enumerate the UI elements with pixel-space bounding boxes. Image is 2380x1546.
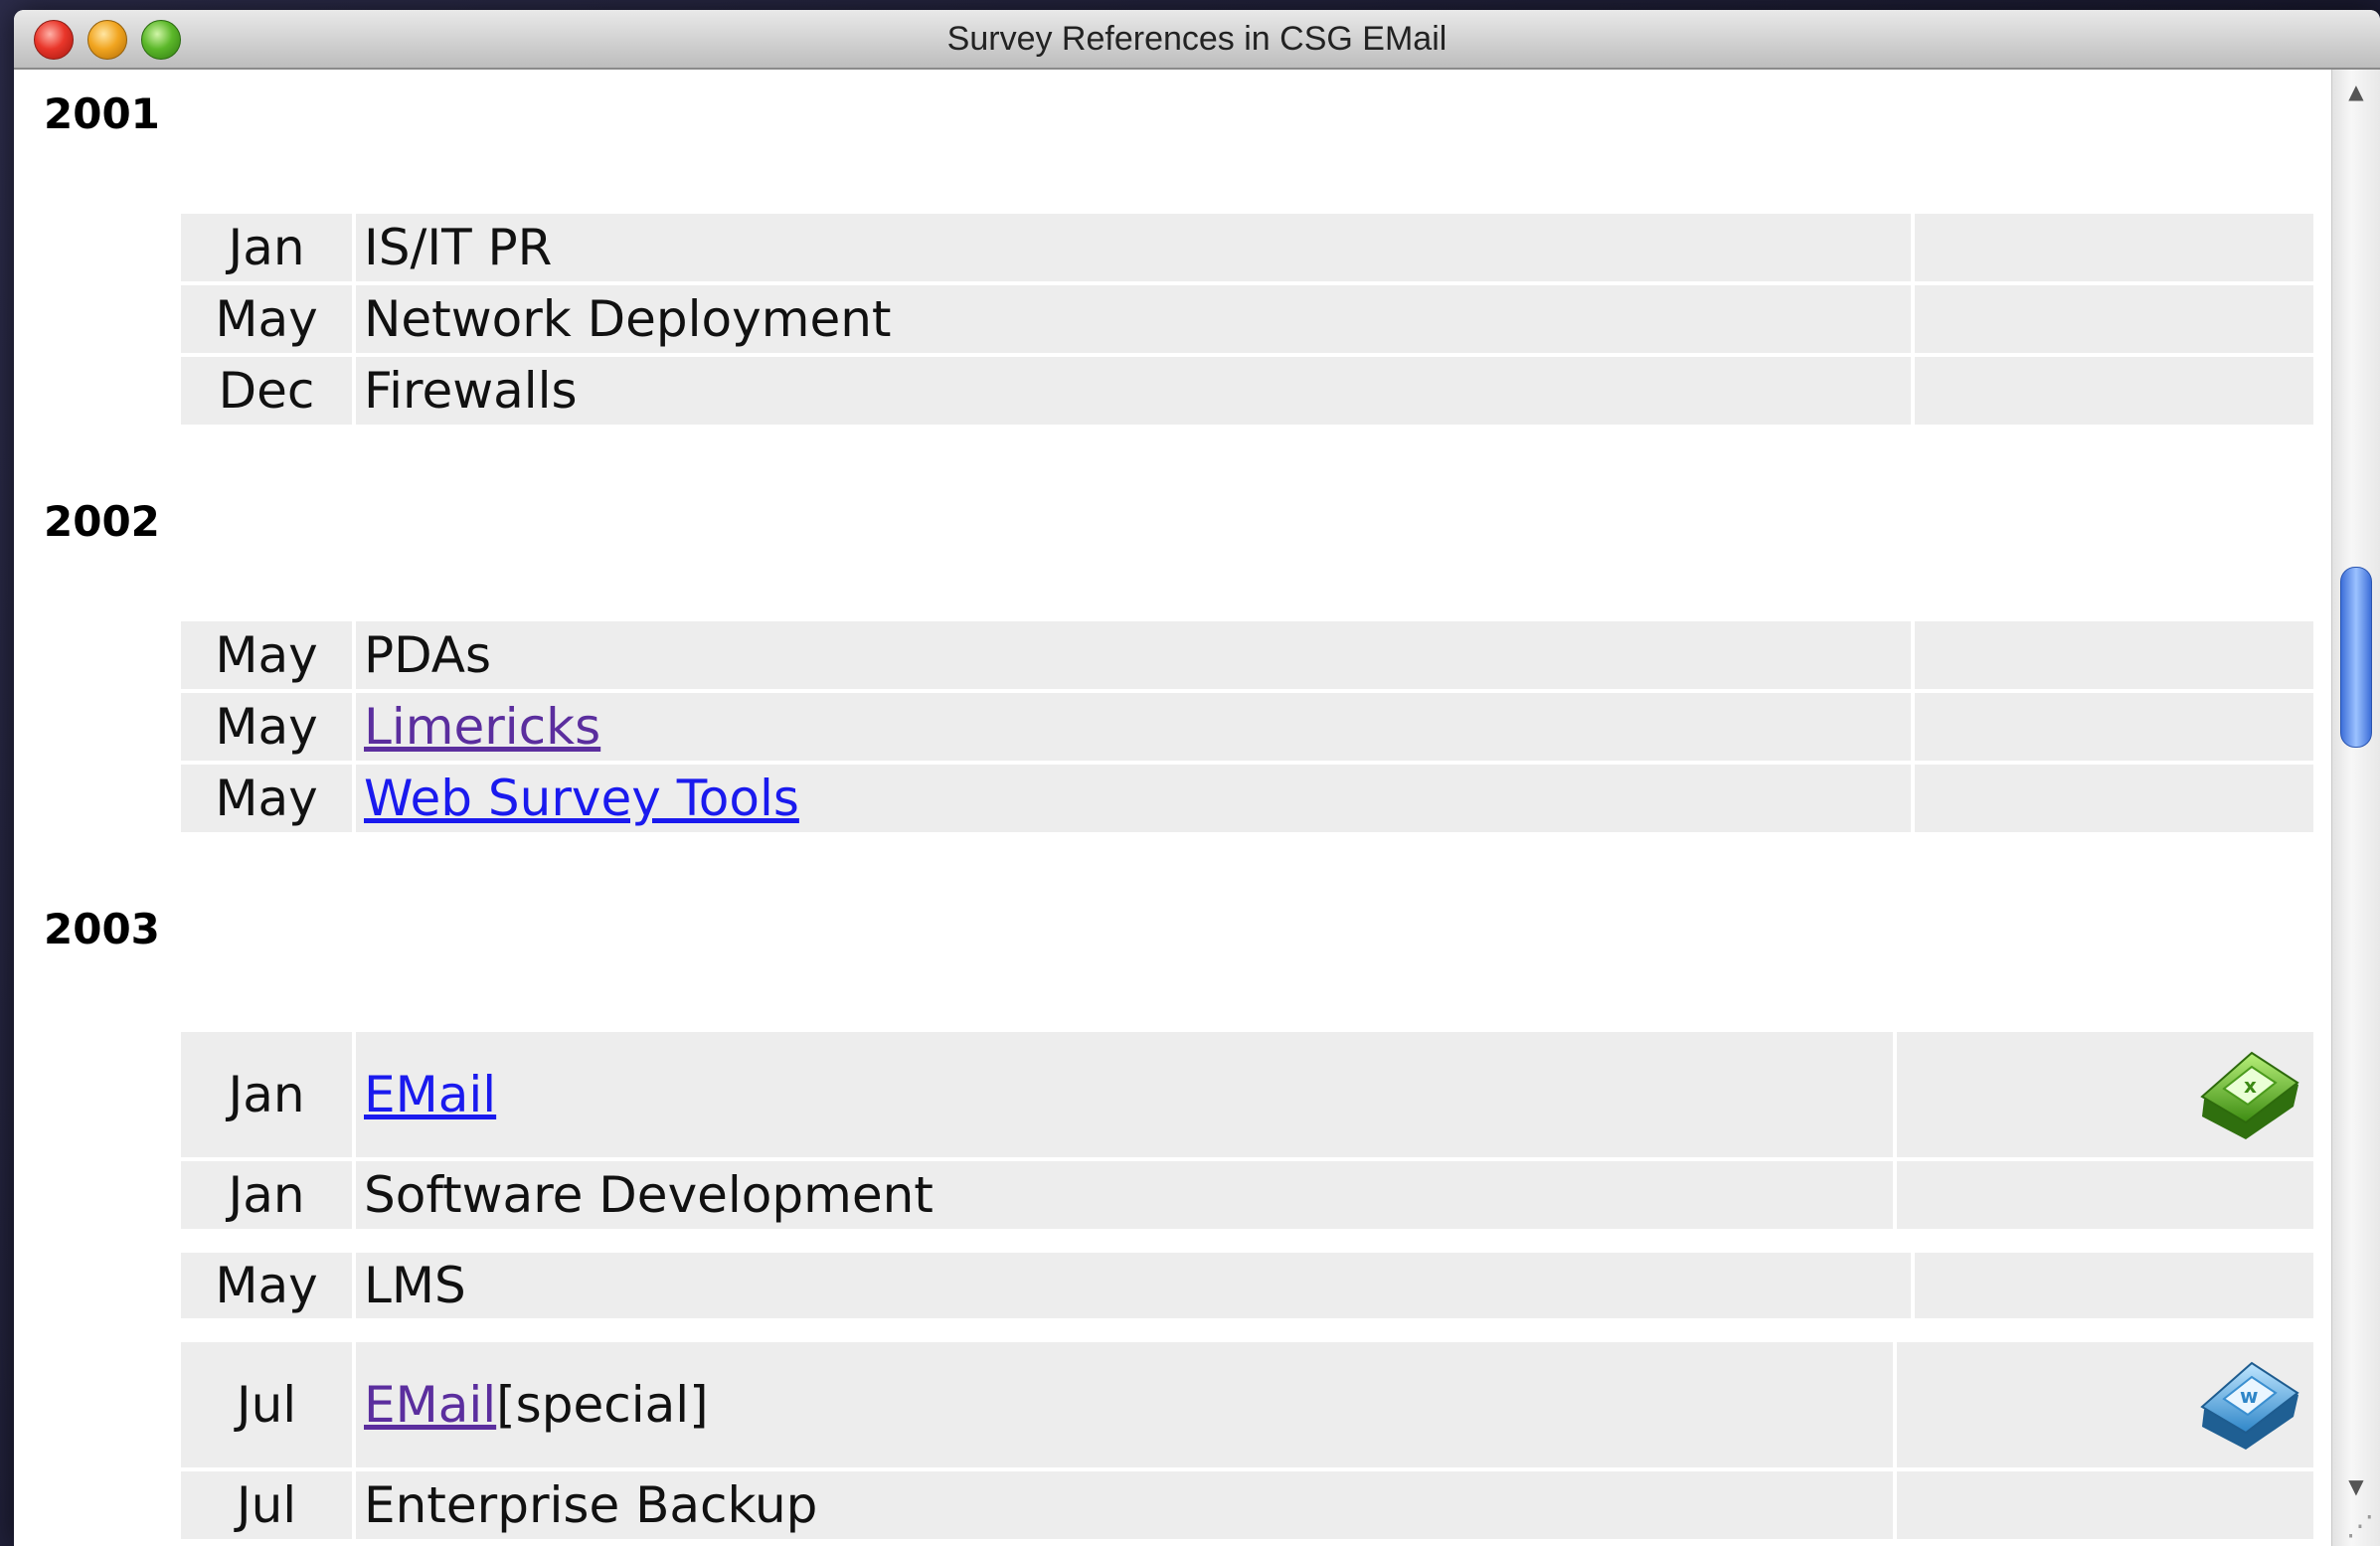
svg-text:w: w [2240,1384,2258,1408]
topic-cell: Limericks [356,693,1911,761]
icon-cell [1915,765,2313,832]
month-cell: Jan [181,1161,352,1229]
year-heading-2003: 2003 [44,905,160,953]
month-cell: May [181,621,352,689]
icon-cell [1915,214,2313,281]
vertical-scrollbar[interactable]: ▲ ▼ ⋰ [2331,70,2380,1546]
scroll-up-arrow[interactable]: ▲ [2332,72,2380,111]
topic-cell: PDAs [356,621,1911,689]
table-row: May Web Survey Tools [181,765,2313,832]
browser-window: Survey References in CSG EMail 2001 Jan … [14,10,2380,1546]
month-cell: Jul [181,1471,352,1539]
topic-cell: Web Survey Tools [356,765,1911,832]
table-row: Jul Enterprise Backup [181,1471,2313,1539]
month-cell: May [181,285,352,353]
table-row: Jul EMail [special] w [181,1342,2313,1467]
table-row: Jan EMail x [181,1032,2313,1157]
email-2003-jan-link[interactable]: EMail [364,1066,496,1123]
month-cell: May [181,765,352,832]
icon-cell [1915,285,2313,353]
month-cell: Jul [181,1342,352,1467]
topic-cell: Enterprise Backup [356,1471,1893,1539]
scroll-thumb[interactable] [2340,567,2372,748]
web-survey-tools-link[interactable]: Web Survey Tools [364,770,799,827]
word-icon[interactable]: w [2194,1355,2305,1455]
topic-cell: EMail [356,1032,1893,1157]
icon-cell: x [1897,1032,2313,1157]
icon-cell [1915,693,2313,761]
icon-cell: w [1897,1342,2313,1467]
topic-cell: Firewalls [356,357,1911,425]
table-row: May LMS [181,1253,2313,1318]
topic-cell: IS/IT PR [356,214,1911,281]
year-heading-2002: 2002 [44,497,160,546]
window-title: Survey References in CSG EMail [946,20,1447,58]
month-cell: May [181,693,352,761]
icon-cell [1897,1471,2313,1539]
title-bar[interactable]: Survey References in CSG EMail [14,10,2380,70]
month-cell: Jan [181,214,352,281]
table-row: May Network Deployment [181,285,2313,353]
limericks-link[interactable]: Limericks [364,698,600,756]
icon-cell [1915,621,2313,689]
topic-cell: EMail [special] [356,1342,1893,1467]
svg-text:x: x [2244,1074,2257,1098]
email-special-link[interactable]: EMail [364,1376,496,1434]
month-cell: May [181,1253,352,1318]
year-heading-2001: 2001 [44,89,160,138]
table-row: Dec Firewalls [181,357,2313,425]
icon-cell [1915,1253,2313,1318]
topic-cell: Network Deployment [356,285,1911,353]
table-row: Jan Software Development [181,1161,2313,1229]
icon-cell [1897,1161,2313,1229]
table-row: May PDAs [181,621,2313,689]
table-row: May Limericks [181,693,2313,761]
topic-cell: LMS [356,1253,1911,1318]
icon-cell [1915,357,2313,425]
month-cell: Dec [181,357,352,425]
topic-cell: Software Development [356,1161,1893,1229]
excel-icon[interactable]: x [2194,1045,2305,1144]
month-cell: Jan [181,1032,352,1157]
special-suffix: [special] [496,1376,709,1434]
scroll-down-arrow[interactable]: ▼ [2332,1466,2380,1506]
resize-grip[interactable]: ⋰ [2342,1508,2378,1544]
table-row: Jan IS/IT PR [181,214,2313,281]
page-content: 2001 Jan IS/IT PR May Network Deployment… [14,70,2330,1546]
